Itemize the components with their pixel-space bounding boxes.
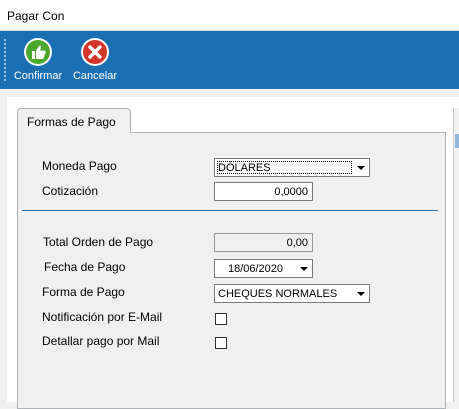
cancel-button[interactable]: Cancelar: [71, 37, 119, 82]
toolbar: Confirmar Cancelar: [0, 31, 459, 89]
cotizacion-input[interactable]: 0,0000: [214, 182, 313, 201]
forma-label: Forma de Pago: [42, 285, 125, 299]
fecha-date-picker[interactable]: 18/06/2020: [214, 259, 313, 278]
cotizacion-label: Cotización: [42, 184, 99, 198]
confirm-button[interactable]: Confirmar: [12, 37, 64, 82]
forma-value: CHEQUES NORMALES: [218, 288, 338, 300]
fecha-value: 18/06/2020: [227, 263, 284, 275]
total-value: 0,00: [286, 237, 308, 249]
fecha-label: Fecha de Pago: [44, 260, 126, 274]
cotizacion-value: 0,0000: [274, 186, 308, 198]
chevron-down-icon[interactable]: [354, 161, 367, 174]
moneda-value: DÓLARES: [218, 162, 271, 174]
window-title: Pagar Con: [7, 9, 65, 23]
forma-select[interactable]: CHEQUES NORMALES: [214, 284, 370, 303]
notif-checkbox[interactable]: [215, 313, 227, 325]
total-field: 0,00: [214, 233, 313, 252]
tab-label: Formas de Pago: [27, 115, 116, 129]
cancel-label: Cancelar: [72, 70, 118, 82]
chevron-down-icon[interactable]: [354, 287, 367, 300]
section-divider: [22, 210, 438, 211]
total-label: Total Orden de Pago: [43, 235, 154, 249]
detalle-checkbox[interactable]: [215, 337, 227, 349]
adjacent-panel-marker: [455, 134, 459, 148]
tab-formas-de-pago[interactable]: Formas de Pago: [17, 108, 131, 133]
moneda-label: Moneda Pago: [42, 159, 117, 173]
adjacent-panel-edge: [453, 108, 459, 402]
moneda-select[interactable]: DÓLARES: [214, 158, 370, 177]
notif-label: Notificación por E-Mail: [42, 310, 163, 324]
confirm-label: Confirmar: [13, 70, 63, 82]
title-bar: Pagar Con: [0, 0, 459, 31]
cancel-x-icon: [81, 38, 109, 66]
thumbs-up-icon: [24, 38, 52, 66]
toolbar-grip[interactable]: [4, 39, 6, 81]
chevron-down-icon[interactable]: [297, 262, 310, 275]
detalle-label: Detallar pago por Mail: [42, 334, 160, 348]
